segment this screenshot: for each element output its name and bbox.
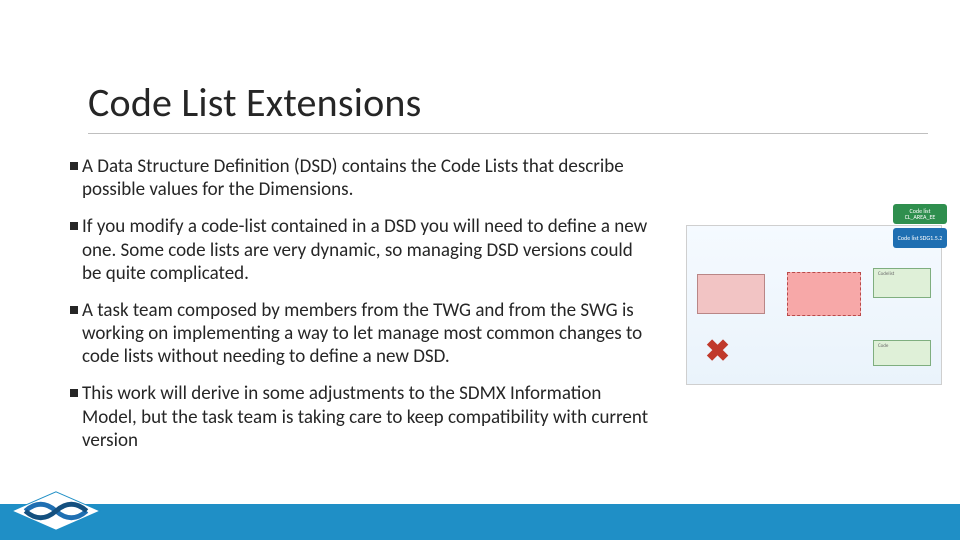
diagram-box-green: Codelist bbox=[873, 268, 931, 298]
footer-bar bbox=[0, 504, 960, 540]
slide: Code List Extensions A Data Structure De… bbox=[0, 0, 960, 540]
diagram-box-green: Code bbox=[873, 340, 931, 366]
bullet-item: This work will derive in some adjustment… bbox=[70, 382, 650, 452]
slide-title: Code List Extensions bbox=[88, 78, 920, 127]
sdmx-logo-icon bbox=[8, 488, 104, 534]
bullet-text: This work will derive in some adjustment… bbox=[82, 382, 650, 452]
diagram-box bbox=[697, 274, 765, 314]
diagram-tag-green: Code list CL_AREA_EE bbox=[893, 204, 947, 224]
bullet-text: A task team composed by members from the… bbox=[82, 299, 650, 369]
bullet-square-icon bbox=[70, 162, 78, 170]
diagram-box-label: Code bbox=[878, 343, 888, 349]
bullet-square-icon bbox=[70, 306, 78, 314]
bullet-item: A task team composed by members from the… bbox=[70, 299, 650, 369]
bullet-item: If you modify a code-list contained in a… bbox=[70, 215, 650, 285]
bullet-text: If you modify a code-list contained in a… bbox=[82, 215, 650, 285]
bullet-square-icon bbox=[70, 222, 78, 230]
diagram-box-label: Codelist bbox=[878, 271, 894, 277]
title-underline bbox=[88, 133, 928, 134]
diagram-thumbnail: Code list CL_AREA_EE Code list SDG1.5.2 … bbox=[686, 225, 942, 385]
body-text: A Data Structure Definition (DSD) contai… bbox=[70, 155, 650, 466]
bullet-square-icon bbox=[70, 389, 78, 397]
diagram-box-dashed bbox=[787, 272, 861, 316]
cross-icon: ✖ bbox=[705, 333, 730, 370]
title-area: Code List Extensions bbox=[88, 78, 920, 134]
bullet-item: A Data Structure Definition (DSD) contai… bbox=[70, 155, 650, 201]
diagram-tag-blue: Code list SDG1.5.2 bbox=[893, 228, 947, 248]
bullet-text: A Data Structure Definition (DSD) contai… bbox=[82, 155, 650, 201]
